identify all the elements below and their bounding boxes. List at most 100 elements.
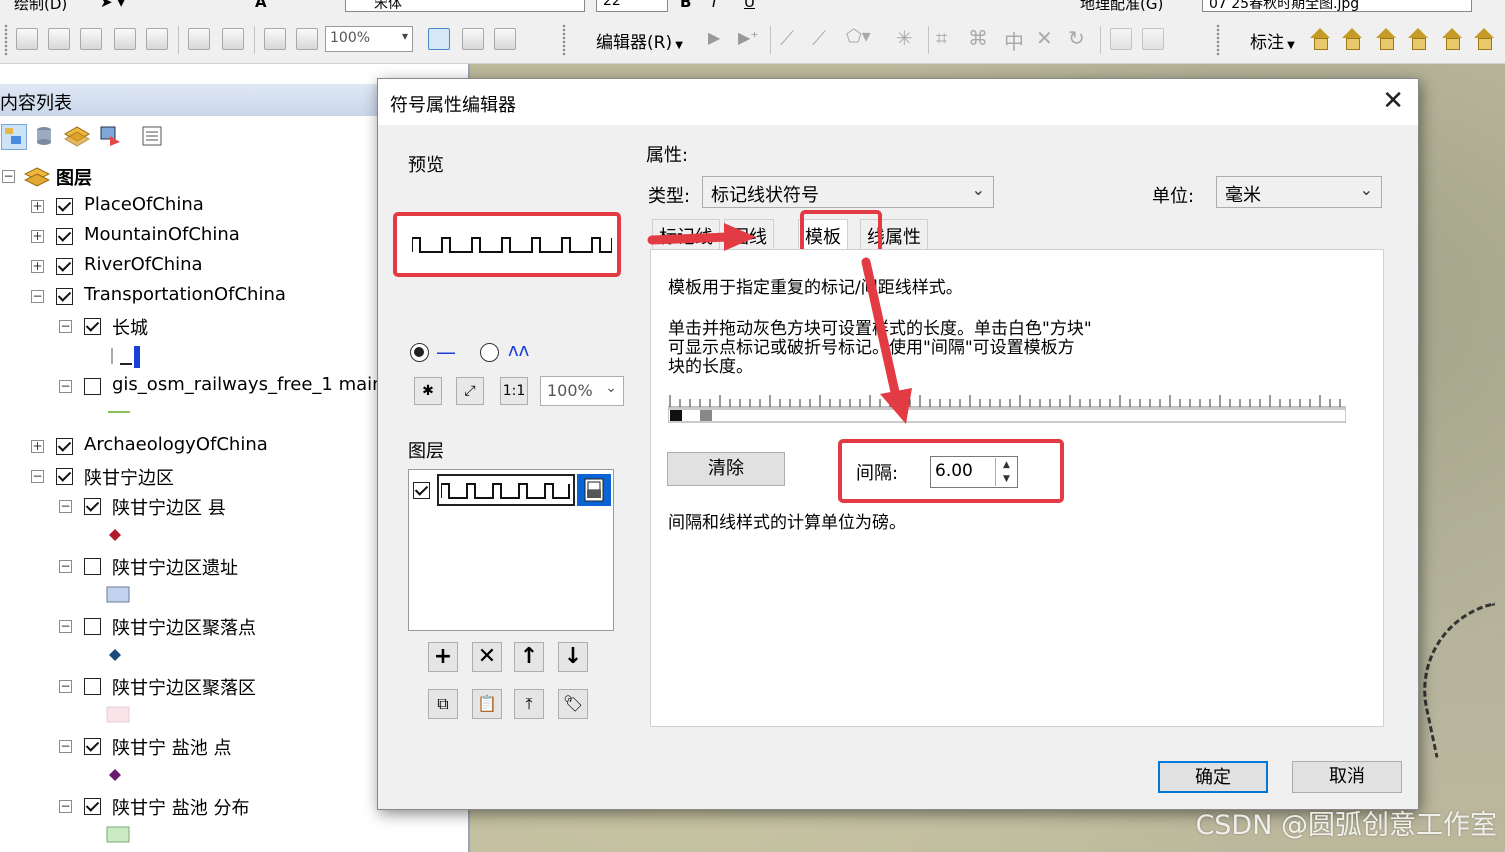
symbol-layer-checkbox[interactable] <box>413 482 430 499</box>
layer-visibility-checkbox[interactable] <box>84 378 101 395</box>
attributes-icon[interactable] <box>1110 28 1132 50</box>
reshape-icon[interactable]: ⌘ <box>968 26 988 50</box>
rotate-icon[interactable]: ↻ <box>1068 26 1085 50</box>
view-unplaced-labels-icon[interactable] <box>1472 28 1496 50</box>
trace-icon[interactable]: ⟋ <box>812 26 826 50</box>
italic-button[interactable]: I <box>712 0 716 11</box>
list-by-drawing-order-icon[interactable] <box>1 124 27 150</box>
toggle-draft-mode-icon[interactable] <box>428 28 450 50</box>
cancel-button[interactable]: 取消 <box>1292 761 1402 793</box>
layer-visibility-checkbox[interactable] <box>84 678 101 695</box>
layer-visibility-checkbox[interactable] <box>84 318 101 335</box>
full-extent-icon[interactable] <box>114 28 136 50</box>
move-layer-down-button[interactable]: ↓ <box>558 642 588 672</box>
zoom-out-preview-button[interactable]: ⤢ <box>456 377 484 405</box>
layer-visibility-checkbox[interactable] <box>56 228 73 245</box>
layer-visibility-checkbox[interactable] <box>56 438 73 455</box>
back-extent-icon[interactable] <box>264 28 286 50</box>
polygon-mode-radio[interactable] <box>480 343 499 362</box>
collapse-icon[interactable]: − <box>59 380 72 393</box>
lock-layer-icon[interactable] <box>577 474 611 506</box>
label-weight-icon[interactable] <box>1374 28 1398 50</box>
label-manager-icon[interactable] <box>1308 28 1332 50</box>
focus-data-frame-icon[interactable] <box>462 28 484 50</box>
county-point-swatch[interactable] <box>108 528 122 542</box>
expand-icon[interactable]: + <box>31 440 44 453</box>
preview-zoom-combo[interactable]: 100% ⌄ <box>540 376 624 406</box>
collapse-icon[interactable]: − <box>31 290 44 303</box>
page-layout-icon[interactable] <box>146 28 168 50</box>
collapse-icon[interactable]: − <box>2 170 15 183</box>
zoom-page-icon[interactable] <box>222 28 244 50</box>
layer-visibility-checkbox[interactable] <box>84 498 101 515</box>
tab-cartographic-line[interactable]: 图线 <box>724 219 774 249</box>
zoom-in-preview-button[interactable]: ✱ <box>414 377 442 405</box>
lock-labels-icon[interactable] <box>1406 28 1430 50</box>
edit-vertices-icon[interactable]: ⌗ <box>936 26 947 50</box>
pause-labeling-icon[interactable] <box>1440 28 1464 50</box>
reset-layer-button[interactable]: ⤒ <box>514 689 544 719</box>
add-layer-button[interactable]: + <box>428 642 458 672</box>
layer-visibility-checkbox[interactable] <box>84 618 101 635</box>
salt-area-swatch[interactable] <box>106 826 130 844</box>
tag-layer-button[interactable]: 🏷 <box>558 689 588 719</box>
ok-button[interactable]: 确定 <box>1158 761 1268 793</box>
zoom-whole-page-icon[interactable] <box>188 28 210 50</box>
layer-visibility-checkbox[interactable] <box>84 558 101 575</box>
straight-segment-icon[interactable]: ⟋ <box>780 26 794 50</box>
settlement-area-swatch[interactable] <box>106 706 130 724</box>
copy-layer-button[interactable]: ⧉ <box>428 689 458 719</box>
unit-combo[interactable]: 毫米 ⌄ <box>1216 176 1382 208</box>
list-by-source-icon[interactable] <box>32 124 58 150</box>
underline-button[interactable]: U <box>744 0 755 11</box>
toolbar-grip[interactable] <box>562 24 566 56</box>
symbol-layers-list[interactable] <box>408 469 614 631</box>
actual-size-button[interactable]: 1:1 <box>500 377 528 405</box>
line-mode-radio[interactable] <box>410 343 429 362</box>
spin-up-icon[interactable]: ▲ <box>996 458 1017 472</box>
spacing-spinner[interactable]: 6.00 ▲ ▼ <box>930 456 1018 488</box>
zoom-percent-combo[interactable]: 100% ▾ <box>325 26 413 52</box>
pan-hand-icon[interactable] <box>80 28 102 50</box>
layer-visibility-checkbox[interactable] <box>84 738 101 755</box>
spin-down-icon[interactable]: ▼ <box>996 472 1017 486</box>
collapse-icon[interactable]: − <box>59 500 72 513</box>
edit-annotation-icon[interactable]: ▶⁺ <box>738 28 759 47</box>
relic-area-swatch[interactable] <box>106 586 130 604</box>
layer-visibility-checkbox[interactable] <box>56 468 73 485</box>
forward-extent-icon[interactable] <box>296 28 318 50</box>
draw-menu[interactable]: 绘制(D) <box>14 0 67 14</box>
labeling-menu[interactable]: 标注 ▼ <box>1250 28 1295 53</box>
dialog-titlebar[interactable]: 符号属性编辑器 ✕ <box>378 79 1418 125</box>
expand-icon[interactable]: + <box>31 230 44 243</box>
template-ruler[interactable] <box>668 393 1346 423</box>
railway-symbol-swatch[interactable] <box>106 406 132 418</box>
move-layer-up-button[interactable]: ↑ <box>514 642 544 672</box>
toc-options-icon[interactable] <box>140 124 166 150</box>
settlement-point-swatch[interactable] <box>108 648 122 662</box>
clear-button[interactable]: 清除 <box>667 452 785 486</box>
list-by-selection-icon[interactable] <box>98 124 124 150</box>
salt-point-swatch[interactable] <box>108 768 122 782</box>
collapse-icon[interactable]: − <box>59 680 72 693</box>
text-tool-icon[interactable]: A <box>255 0 267 11</box>
edit-tool-icon[interactable]: ▶ <box>708 28 720 47</box>
layer-visibility-checkbox[interactable] <box>84 798 101 815</box>
expand-icon[interactable]: + <box>31 260 44 273</box>
georeferencing-menu[interactable]: 地理配准(G) <box>1080 0 1163 14</box>
midpoint-icon[interactable]: ✳ <box>896 26 913 50</box>
collapse-icon[interactable]: − <box>31 470 44 483</box>
font-name-combo[interactable]: 宋体 <box>345 0 585 12</box>
cut-polygon-icon[interactable]: 中 <box>1004 26 1024 55</box>
sketch-properties-icon[interactable] <box>1142 28 1164 50</box>
point-icon[interactable]: ⬠▾ <box>846 26 871 47</box>
symbol-type-combo[interactable]: 标记线状符号 ⌄ <box>702 176 994 208</box>
collapse-icon[interactable]: − <box>59 620 72 633</box>
remove-layer-button[interactable]: ✕ <box>472 642 502 672</box>
zoom-out-fixed-icon[interactable] <box>48 28 70 50</box>
layer-visibility-checkbox[interactable] <box>56 258 73 275</box>
layer-visibility-checkbox[interactable] <box>56 288 73 305</box>
georef-layer-combo[interactable]: 07 25春秋时期全图.jpg <box>1202 0 1472 12</box>
collapse-icon[interactable]: − <box>59 800 72 813</box>
label-priority-icon[interactable] <box>1340 28 1364 50</box>
